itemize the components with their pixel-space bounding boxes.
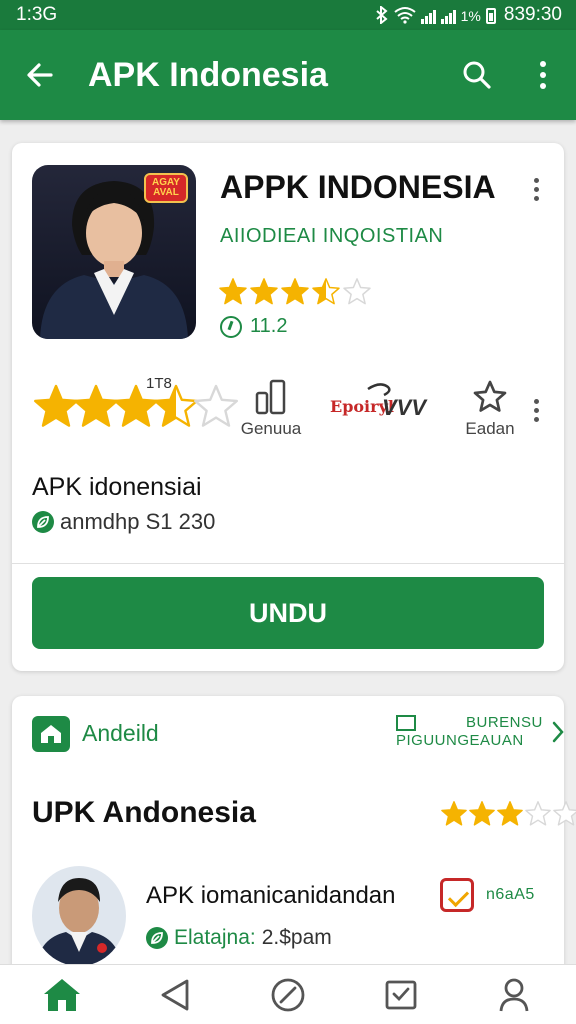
category-icon xyxy=(32,716,70,752)
bottom-navigation xyxy=(0,964,576,1024)
app-title: APPK INDONESIA xyxy=(220,169,496,205)
nav-back[interactable] xyxy=(140,967,210,1023)
offer-tag-icon xyxy=(440,878,474,912)
signal-icon-2 xyxy=(440,8,456,24)
star-outline-icon xyxy=(473,380,507,412)
see-more-line2: PIGUUNGEAUAN xyxy=(396,732,524,749)
star-icon xyxy=(250,278,278,305)
list-item-title[interactable]: APK iomanicanidandan xyxy=(146,882,396,910)
list-item-meta: Elatajna: 2.$pam xyxy=(146,926,332,950)
status-icons: 1% 839:30 xyxy=(375,4,562,26)
search-button[interactable] xyxy=(444,30,510,120)
status-clock: 839:30 xyxy=(503,4,562,25)
see-more-link[interactable]: BURENSU PIGUUNGEAUAN xyxy=(396,714,565,750)
brand-logo-mark: VVV xyxy=(382,395,427,420)
list-leaf-icon xyxy=(146,927,168,949)
star-icon xyxy=(497,801,523,826)
stat-size-label: Genuua xyxy=(240,419,302,438)
wifi-icon xyxy=(394,7,416,24)
star-icon xyxy=(343,278,371,305)
status-time: 1:3G xyxy=(16,4,58,25)
nav-explore[interactable] xyxy=(253,967,323,1023)
star-icon xyxy=(553,801,576,826)
arrow-left-icon xyxy=(27,63,53,87)
info-meta: anmdhp S1 230 xyxy=(32,509,215,535)
app-icon-badge: AGAY AVAL xyxy=(144,173,188,203)
overflow-menu-button[interactable] xyxy=(510,30,576,120)
section-rating-stars xyxy=(440,800,576,828)
offer-text: n6aA5 xyxy=(486,886,535,903)
bluetooth-icon xyxy=(375,6,388,24)
section-title: UPK Andonesia xyxy=(32,796,256,829)
big-rating-stars[interactable] xyxy=(32,383,238,431)
stat-favorite[interactable]: Eadan xyxy=(458,379,522,439)
compass-icon xyxy=(271,978,305,1011)
chevron-right-icon xyxy=(552,721,564,743)
app-icon: AGAY AVAL xyxy=(32,165,196,339)
star-icon xyxy=(441,801,467,826)
list-meta-label: Elatajna: xyxy=(174,926,256,949)
nav-profile[interactable] xyxy=(479,967,549,1023)
signal-icon-1 xyxy=(420,8,436,24)
device-icon xyxy=(255,379,286,415)
app-detail-card: AGAY AVAL APPK INDONESIA AIIODIEAI INQOI… xyxy=(12,143,564,671)
status-bar: 1:3G 1% 839:30 xyxy=(0,0,576,30)
search-icon xyxy=(463,61,491,89)
divider xyxy=(12,563,564,564)
nav-inbox[interactable] xyxy=(366,967,436,1023)
back-button[interactable] xyxy=(0,30,80,120)
star-icon xyxy=(281,278,309,305)
battery-percent: 1% xyxy=(460,8,481,24)
category-label[interactable]: Andeild xyxy=(82,720,159,747)
small-rating-stars xyxy=(218,277,373,307)
version-text: 11.2 xyxy=(250,315,288,337)
rating-count: 1T8 xyxy=(146,375,172,392)
related-section-card: Andeild BURENSU PIGUUNGEAUAN UPK Andones… xyxy=(12,696,576,996)
info-meta-text: anmdhp S1 230 xyxy=(60,509,216,534)
see-more-line1: BURENSU xyxy=(466,714,543,731)
mail-icon xyxy=(396,715,416,731)
version-info: 11.2 xyxy=(220,315,287,338)
install-button[interactable]: UNDU xyxy=(32,577,544,649)
star-icon xyxy=(312,278,340,305)
card-more-button[interactable] xyxy=(522,171,550,207)
version-icon xyxy=(220,315,242,338)
nav-home[interactable] xyxy=(27,967,97,1023)
avatar[interactable] xyxy=(32,866,126,966)
star-icon xyxy=(194,384,238,427)
offer-badge[interactable]: n6aA5 xyxy=(440,878,535,912)
person-icon xyxy=(499,978,528,1011)
app-bar: APK Indonesia xyxy=(0,30,576,120)
star-icon xyxy=(525,801,551,826)
star-icon xyxy=(219,278,247,305)
inbox-check-icon xyxy=(385,980,417,1009)
brand-logo: Epoiryl VVV xyxy=(330,383,434,427)
home-icon xyxy=(44,978,81,1011)
stat-brand: Epoiryl VVV xyxy=(330,383,434,427)
leaf-icon xyxy=(32,511,54,533)
app-developer-link[interactable]: AIIODIEAI INQOISTIAN xyxy=(220,225,443,248)
more-vert-icon xyxy=(540,61,546,89)
list-meta-value: 2.$pam xyxy=(261,926,332,949)
page-title: APK Indonesia xyxy=(88,55,328,94)
info-name: APK idonensiai xyxy=(32,473,202,501)
battery-icon xyxy=(485,8,496,24)
star-icon xyxy=(469,801,495,826)
triangle-back-icon xyxy=(161,979,189,1010)
stat-size: Genuua xyxy=(236,379,306,439)
stat-favorite-label: Eadan xyxy=(465,419,515,438)
stats-more-button[interactable] xyxy=(528,399,544,429)
